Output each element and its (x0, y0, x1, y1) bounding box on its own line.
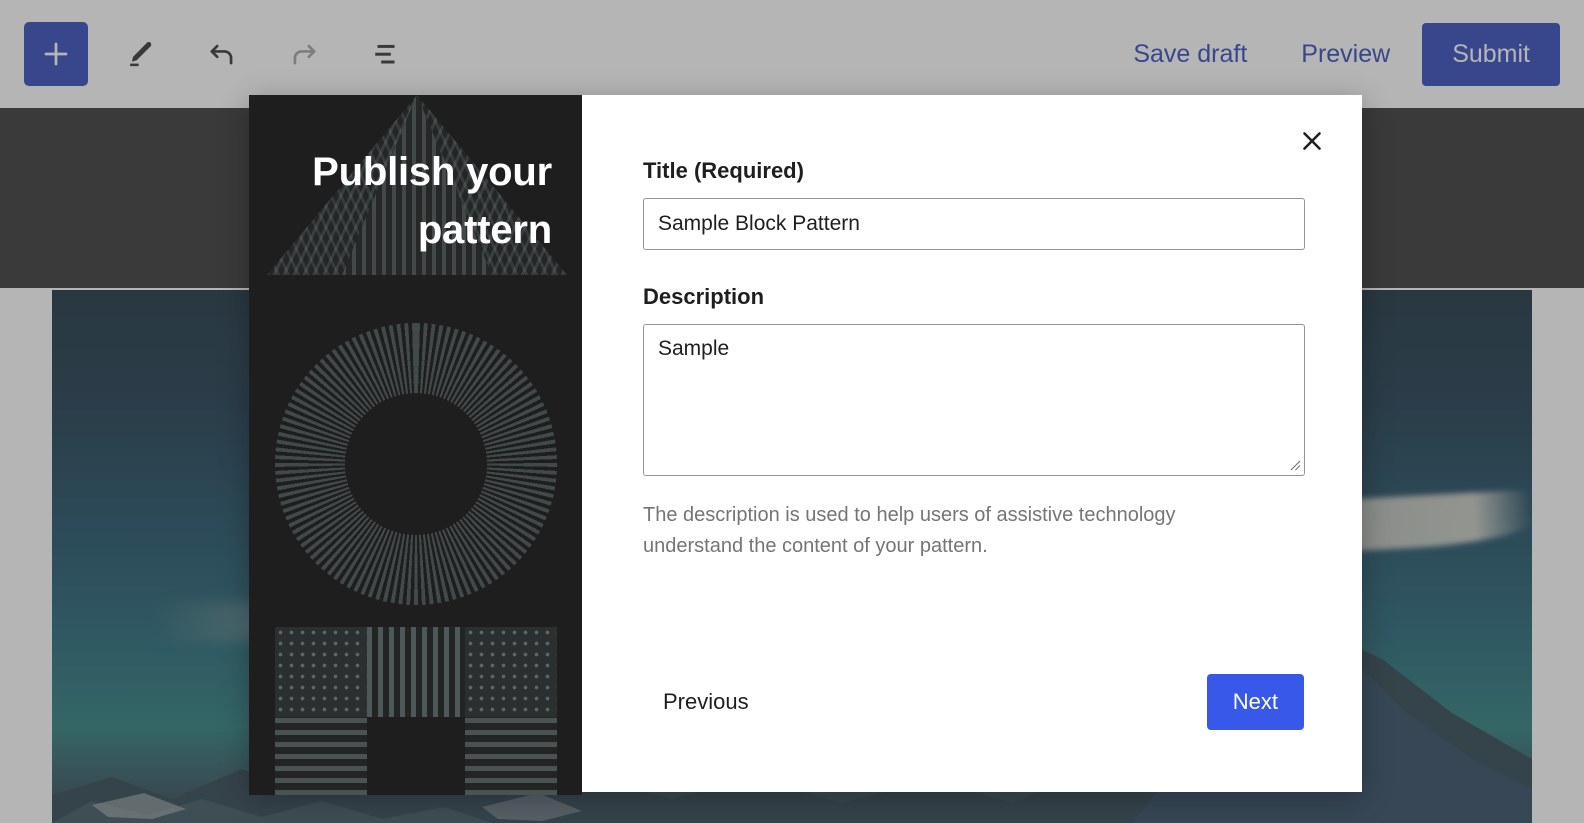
modal-footer: Previous Next (643, 674, 1304, 730)
pattern-form: Title (Required) Description The descrip… (643, 158, 1305, 562)
modal-form-panel: Title (Required) Description The descrip… (582, 95, 1362, 792)
modal-decorative-panel: Publish your pattern (249, 95, 582, 795)
description-textarea[interactable] (643, 324, 1305, 476)
modal-aside-heading: Publish your pattern (269, 143, 552, 260)
sunburst-core (345, 393, 487, 535)
description-wrapper (643, 324, 1305, 476)
title-field-label: Title (Required) (643, 158, 1305, 184)
description-help-text: The description is used to help users of… (643, 500, 1263, 562)
previous-button[interactable]: Previous (643, 677, 769, 727)
next-button[interactable]: Next (1207, 674, 1304, 730)
pattern-swatch-motif (275, 627, 557, 795)
description-field-label: Description (643, 284, 1305, 310)
title-input[interactable] (643, 198, 1305, 250)
publish-pattern-modal: Publish your pattern Title (Required) De… (249, 95, 1362, 792)
app-root: Save draft Preview Submit (0, 0, 1584, 823)
